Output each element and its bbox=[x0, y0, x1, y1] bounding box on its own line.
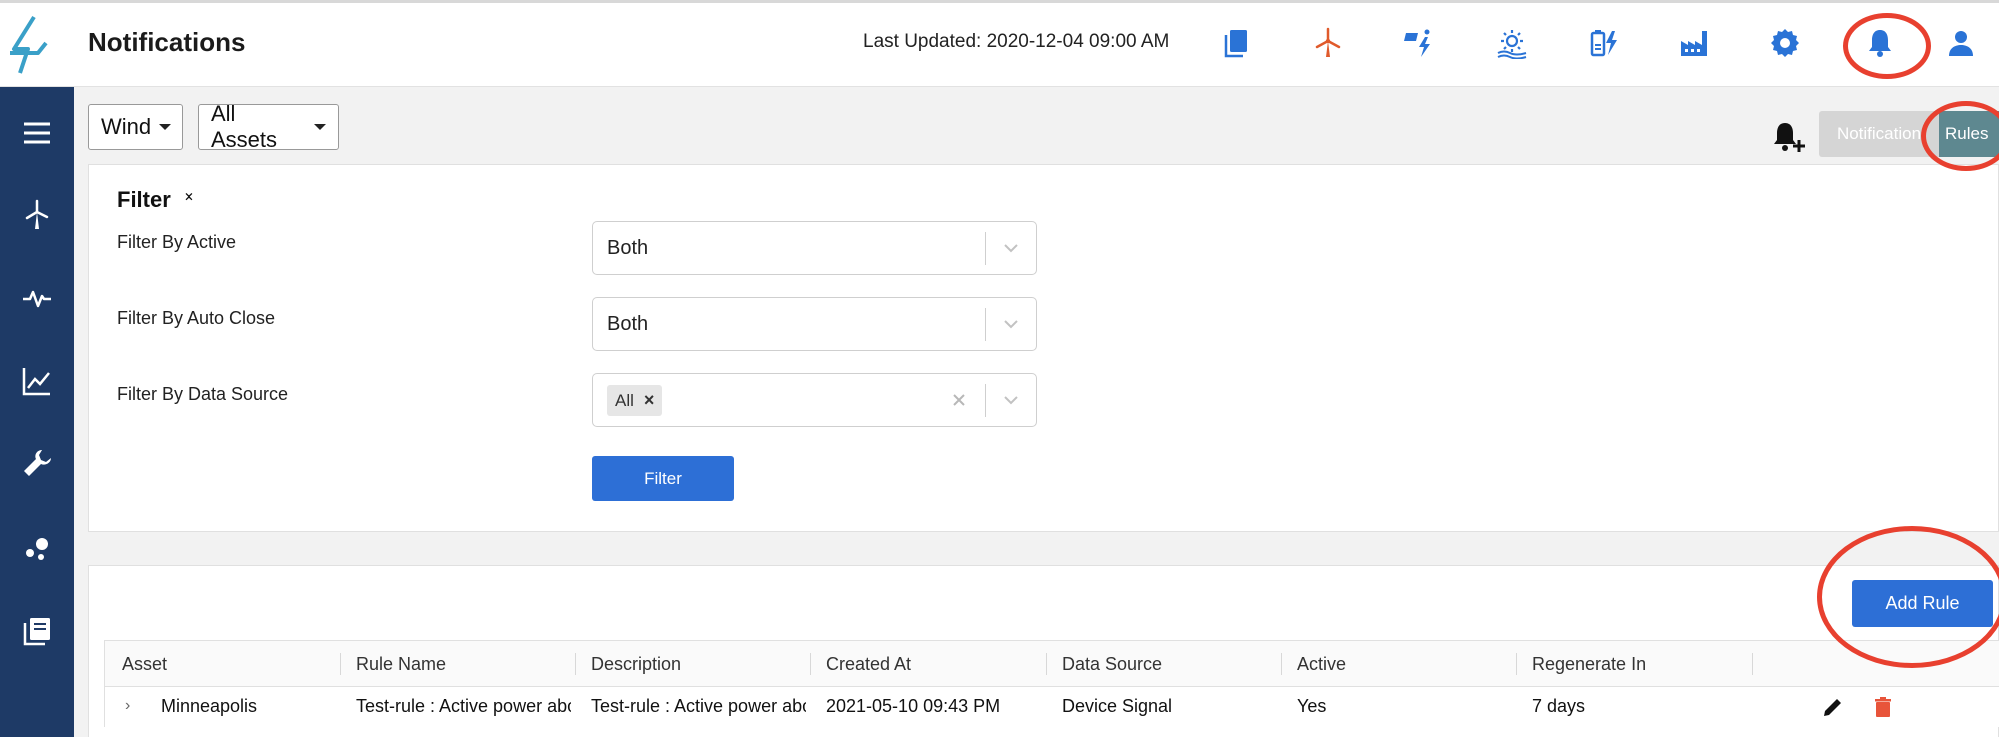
cell-data-source: Device Signal bbox=[1062, 696, 1173, 716]
add-rule-button[interactable]: Add Rule bbox=[1852, 580, 1993, 627]
library-icon[interactable] bbox=[11, 605, 63, 657]
notification-toggle[interactable]: Notification bbox=[1819, 111, 1939, 157]
filter-panel: Filter ⌄ ⌃ Filter By Active Both Filter B… bbox=[88, 164, 1999, 532]
column-separator bbox=[340, 653, 341, 675]
edit-pencil-icon[interactable] bbox=[1821, 695, 1845, 719]
cell-regenerate-in: 7 days bbox=[1532, 696, 1586, 716]
solar-sun-icon[interactable] bbox=[1494, 25, 1530, 61]
clear-icon[interactable] bbox=[948, 389, 970, 411]
column-header-description[interactable]: Description bbox=[591, 654, 681, 675]
app-window: Notifications Last Updated: 2020-12-04 0… bbox=[0, 0, 1999, 737]
wind-turbine-icon[interactable] bbox=[1310, 25, 1346, 61]
table-row[interactable]: › Minneapolis Test-rule : Active power a… bbox=[104, 687, 1999, 727]
app-logo bbox=[10, 15, 48, 74]
factory-icon[interactable] bbox=[1676, 25, 1712, 61]
filter-autoclose-value: Both bbox=[607, 313, 649, 335]
column-header-asset[interactable]: Asset bbox=[122, 654, 167, 675]
rules-table: Asset Rule Name Description Created At D… bbox=[104, 640, 1999, 727]
filter-active-select[interactable]: Both bbox=[592, 221, 1037, 275]
collapse-icon[interactable]: ⌄ ⌃ bbox=[181, 185, 197, 212]
bell-icon[interactable] bbox=[1862, 25, 1898, 61]
battery-charging-icon[interactable] bbox=[1585, 25, 1621, 61]
select-separator bbox=[985, 384, 986, 417]
cell-active: Yes bbox=[1297, 696, 1327, 716]
caret-down-icon bbox=[159, 124, 172, 130]
asset-select[interactable]: All Assets bbox=[198, 101, 339, 152]
add-notification-bell-icon[interactable] bbox=[1768, 117, 1808, 157]
column-separator bbox=[1752, 653, 1753, 675]
delete-trash-icon[interactable] bbox=[1871, 695, 1895, 719]
cell-description: Test-rule : Active power abo bbox=[591, 696, 806, 716]
activity-pulse-icon[interactable] bbox=[11, 272, 63, 324]
datasource-chip: All × bbox=[607, 385, 663, 416]
asset-select-label: All Assets bbox=[211, 101, 278, 152]
energy-type-label: Wind bbox=[101, 114, 152, 139]
filter-datasource-label: Filter By Data Source bbox=[117, 384, 289, 404]
caret-down-icon bbox=[314, 124, 326, 130]
column-separator bbox=[575, 653, 576, 675]
line-chart-icon[interactable] bbox=[11, 355, 63, 407]
filter-button[interactable]: Filter bbox=[592, 456, 734, 501]
filter-datasource-select[interactable]: All × bbox=[592, 373, 1037, 427]
column-header-regenerate-in[interactable]: Regenerate In bbox=[1532, 654, 1646, 675]
energy-type-select[interactable]: Wind bbox=[88, 104, 183, 150]
filter-autoclose-label: Filter By Auto Close bbox=[117, 308, 276, 328]
documents-icon[interactable] bbox=[1219, 25, 1255, 61]
column-header-data-source[interactable]: Data Source bbox=[1062, 654, 1162, 675]
column-separator bbox=[1046, 653, 1047, 675]
cell-asset: Minneapolis bbox=[161, 696, 258, 716]
scatter-icon[interactable] bbox=[11, 522, 63, 574]
menu-icon[interactable] bbox=[11, 107, 63, 159]
column-separator bbox=[1281, 653, 1282, 675]
column-header-created-at[interactable]: Created At bbox=[826, 654, 911, 675]
expand-row-icon[interactable]: › bbox=[125, 697, 130, 715]
wrench-icon[interactable] bbox=[11, 438, 63, 490]
filter-active-label: Filter By Active bbox=[117, 232, 237, 252]
main-content: Wind All Assets Notification Rules Filte… bbox=[74, 87, 1999, 737]
chevron-down-icon bbox=[1004, 244, 1018, 253]
page-title: Notifications bbox=[88, 27, 246, 57]
chevron-down-icon bbox=[1004, 396, 1018, 405]
last-updated-text: Last Updated: 2020-12-04 09:00 AM bbox=[863, 31, 1170, 52]
select-separator bbox=[985, 308, 986, 341]
filter-autoclose-select[interactable]: Both bbox=[592, 297, 1037, 351]
rules-toggle[interactable]: Rules bbox=[1939, 111, 1999, 157]
cell-rule-name: Test-rule : Active power abo bbox=[356, 696, 571, 716]
filter-active-value: Both bbox=[607, 237, 649, 259]
wind-turbine-icon[interactable] bbox=[11, 189, 63, 241]
user-icon[interactable] bbox=[1943, 25, 1979, 61]
filter-title: Filter bbox=[117, 187, 171, 212]
top-header: Notifications Last Updated: 2020-12-04 0… bbox=[0, 3, 1999, 87]
column-separator bbox=[1516, 653, 1517, 675]
column-header-active[interactable]: Active bbox=[1297, 654, 1346, 675]
chevron-down-icon bbox=[1004, 320, 1018, 329]
column-separator bbox=[810, 653, 811, 675]
settings-gear-icon[interactable] bbox=[1767, 25, 1803, 61]
left-sidebar bbox=[0, 87, 74, 737]
select-separator bbox=[985, 232, 986, 265]
table-header: Asset Rule Name Description Created At D… bbox=[104, 640, 1999, 687]
solar-power-icon[interactable] bbox=[1401, 25, 1437, 61]
rules-table-panel: Add Rule Asset Rule Name Description Cre… bbox=[88, 565, 1999, 737]
chip-remove-icon[interactable]: × bbox=[642, 390, 663, 411]
datasource-chip-label: All bbox=[615, 390, 634, 410]
cell-created-at: 2021-05-10 09:43 PM bbox=[826, 696, 1001, 716]
column-header-rule-name[interactable]: Rule Name bbox=[356, 654, 446, 675]
